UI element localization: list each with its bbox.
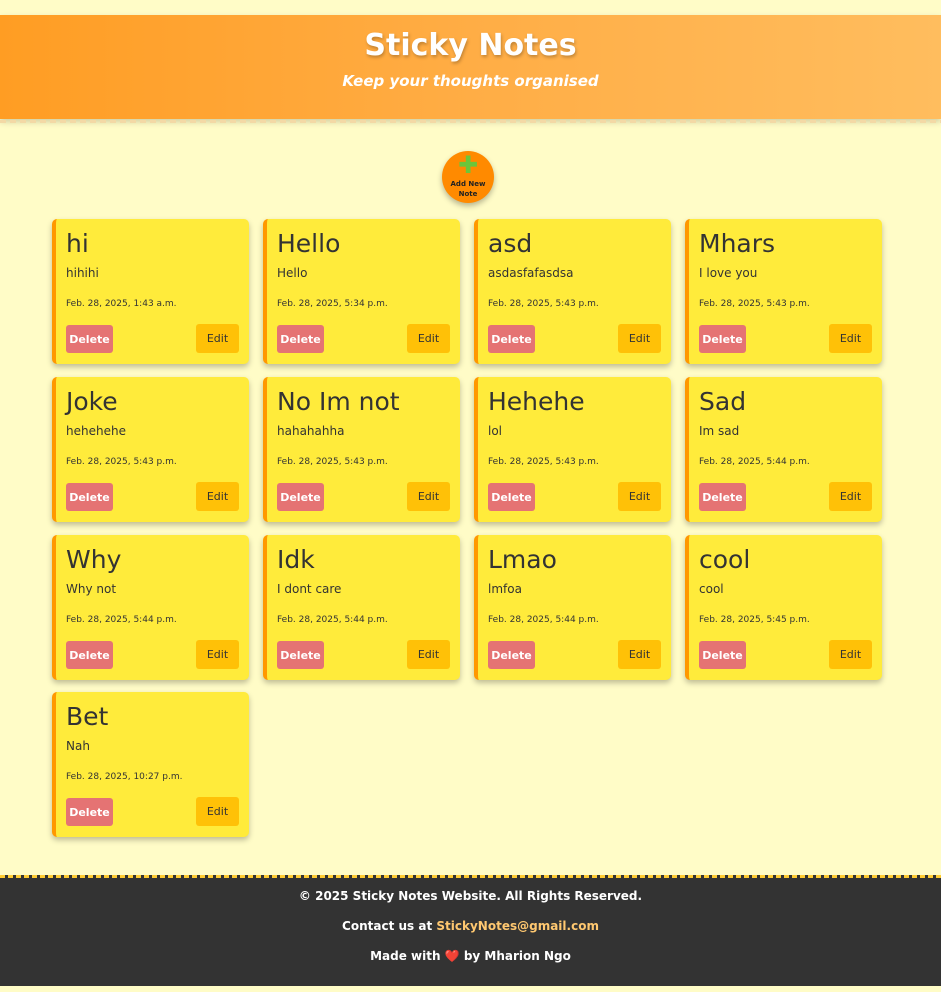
delete-button[interactable]: Delete [277,483,324,511]
delete-button[interactable]: Delete [488,641,535,669]
note-card: Idk I dont care Feb. 28, 2025, 5:44 p.m. De… [263,535,460,680]
edit-button[interactable]: Edit [196,324,239,353]
note-card: Lmao lmfoa Feb. 28, 2025, 5:44 p.m. Delete E… [474,535,671,680]
note-content: lol [488,424,503,438]
edit-button[interactable]: Edit [829,640,872,669]
note-title: Why [66,545,122,574]
note-timestamp: Feb. 28, 2025, 5:34 p.m. [277,299,388,309]
edit-button[interactable]: Edit [618,324,661,353]
edit-button[interactable]: Edit [829,324,872,353]
site-footer: © 2025 Sticky Notes Website. All Rights … [0,875,941,986]
add-new-note-button[interactable]: ✚ Add New Note [442,151,494,203]
plus-icon: ✚ [457,151,479,179]
note-content: Nah [66,739,90,753]
delete-button[interactable]: Delete [277,325,324,353]
note-timestamp: Feb. 28, 2025, 1:43 a.m. [66,299,177,309]
note-card: Why Why not Feb. 28, 2025, 5:44 p.m. Delete… [52,535,249,680]
delete-button[interactable]: Delete [699,325,746,353]
note-title: Bet [66,702,109,731]
site-header: Sticky Notes Keep your thoughts organise… [0,15,941,123]
note-timestamp: Feb. 28, 2025, 5:44 p.m. [699,457,810,467]
note-card: cool cool Feb. 28, 2025, 5:45 p.m. Delete Ed… [685,535,882,680]
made-with-prefix: Made with [370,949,445,963]
delete-button[interactable]: Delete [66,798,113,826]
delete-button[interactable]: Delete [277,641,324,669]
delete-button[interactable]: Delete [488,483,535,511]
note-timestamp: Feb. 28, 2025, 5:45 p.m. [699,615,810,625]
note-content: Im sad [699,424,740,438]
note-card: No Im not hahahahha Feb. 28, 2025, 5:43 p.… [263,377,460,522]
note-title: hi [66,229,89,258]
delete-button[interactable]: Delete [66,325,113,353]
note-card: asd asdasfafasdsa Feb. 28, 2025, 5:43 p.m.… [474,219,671,364]
add-new-note-label: Add New Note [450,180,486,198]
note-content: Hello [277,266,308,280]
note-title: Joke [66,387,118,416]
copyright-text: © 2025 Sticky Notes Website. All Rights … [298,889,643,903]
note-timestamp: Feb. 28, 2025, 5:44 p.m. [488,615,599,625]
contact-line: Contact us at StickyNotes@gmail.com [0,919,941,933]
note-content: hihihi [66,266,99,280]
note-content: hehehehe [66,424,126,438]
site-title: Sticky Notes [364,28,577,63]
note-title: Hehehe [488,387,585,416]
note-content: I love you [699,266,758,280]
note-content: I dont care [277,582,342,596]
made-with-line: Made with ❤️ by Mharion Ngo [0,949,941,963]
note-timestamp: Feb. 28, 2025, 5:43 p.m. [699,299,810,309]
edit-button[interactable]: Edit [196,482,239,511]
edit-button[interactable]: Edit [618,482,661,511]
note-title: Idk [277,545,315,574]
made-with-suffix: by Mharion Ngo [459,949,571,963]
delete-button[interactable]: Delete [699,483,746,511]
site-subtitle: Keep your thoughts organised [342,72,599,90]
note-content: cool [699,582,724,596]
edit-button[interactable]: Edit [407,640,450,669]
note-content: Why not [66,582,117,596]
note-timestamp: Feb. 28, 2025, 5:43 p.m. [488,457,599,467]
note-content: hahahahha [277,424,345,438]
note-title: asd [488,229,533,258]
note-title: Mhars [699,229,776,258]
note-card: Mhars I love you Feb. 28, 2025, 5:43 p.m. D… [685,219,882,364]
note-card: hi hihihi Feb. 28, 2025, 1:43 a.m. Delete Ed… [52,219,249,364]
note-title: Sad [699,387,747,416]
delete-button[interactable]: Delete [699,641,746,669]
delete-button[interactable]: Delete [66,641,113,669]
edit-button[interactable]: Edit [829,482,872,511]
note-timestamp: Feb. 28, 2025, 5:44 p.m. [277,615,388,625]
note-content: lmfoa [488,582,522,596]
note-title: Lmao [488,545,557,574]
note-timestamp: Feb. 28, 2025, 5:43 p.m. [277,457,388,467]
edit-button[interactable]: Edit [618,640,661,669]
contact-email-link[interactable]: StickyNotes@gmail.com [436,919,599,933]
note-content: asdasfafasdsa [488,266,574,280]
heart-icon: ❤️ [444,949,460,963]
note-card: Joke hehehehe Feb. 28, 2025, 5:43 p.m. Dele… [52,377,249,522]
note-timestamp: Feb. 28, 2025, 5:43 p.m. [488,299,599,309]
edit-button[interactable]: Edit [407,482,450,511]
note-timestamp: Feb. 28, 2025, 10:27 p.m. [66,772,183,782]
edit-button[interactable]: Edit [196,640,239,669]
note-title: No Im not [277,387,400,416]
edit-button[interactable]: Edit [196,797,239,826]
note-title: cool [699,545,751,574]
contact-prefix: Contact us at [342,919,437,933]
note-card: Hehehe lol Feb. 28, 2025, 5:43 p.m. Delete E… [474,377,671,522]
note-card: Sad Im sad Feb. 28, 2025, 5:44 p.m. Delete E… [685,377,882,522]
delete-button[interactable]: Delete [66,483,113,511]
note-timestamp: Feb. 28, 2025, 5:43 p.m. [66,457,177,467]
edit-button[interactable]: Edit [407,324,450,353]
delete-button[interactable]: Delete [488,325,535,353]
note-card: Hello Hello Feb. 28, 2025, 5:34 p.m. Delete… [263,219,460,364]
note-title: Hello [277,229,341,258]
note-timestamp: Feb. 28, 2025, 5:44 p.m. [66,615,177,625]
note-card: Bet Nah Feb. 28, 2025, 10:27 p.m. Delete Edi… [52,692,249,837]
